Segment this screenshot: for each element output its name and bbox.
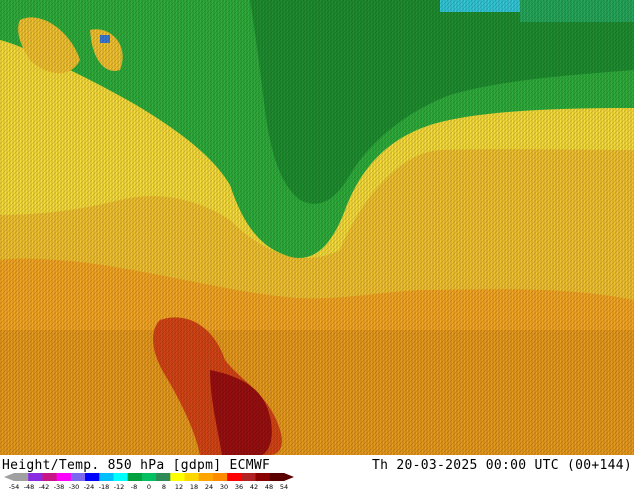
legend-tick-label: 18	[190, 483, 198, 490]
map-timestamp: Th 20-03-2025 00:00 UTC (00+144)	[371, 458, 632, 473]
legend-tick-label: -42	[39, 483, 50, 490]
legend-tick-label: -24	[84, 483, 95, 490]
legend-tick-label: -54	[9, 483, 20, 490]
legend-swatch	[28, 473, 43, 481]
legend-tick-label: -12	[114, 483, 125, 490]
legend-tick-label: 24	[205, 483, 213, 490]
legend-arrow-right	[284, 473, 294, 481]
legend-swatch	[113, 473, 129, 481]
legend-arrow-left	[4, 473, 14, 481]
legend-swatch	[99, 473, 114, 481]
legend-swatch	[14, 473, 29, 481]
legend-swatch	[85, 473, 100, 481]
map-footer: Height/Temp. 850 hPa [gdpm] ECMWF Th 20-…	[0, 455, 634, 490]
map-title: Height/Temp. 850 hPa [gdpm] ECMWF	[2, 458, 271, 473]
contour-overlay	[0, 0, 634, 455]
legend-tick-label: 0	[147, 483, 151, 490]
legend-swatch	[56, 473, 72, 481]
legend-swatch	[255, 473, 271, 481]
legend-swatch	[198, 473, 214, 481]
legend-tick-label: 36	[235, 483, 243, 490]
legend-swatch	[227, 473, 242, 481]
legend-swatch	[70, 473, 86, 481]
legend-swatch	[170, 473, 186, 481]
legend-tick-label: 42	[250, 483, 258, 490]
color-legend: -54 -48 -42 -38 -30 -24 -18 -12 -8 0 8 12 18 24 30 36 42…	[4, 473, 294, 490]
legend-tick-label: 48	[265, 483, 273, 490]
legend-swatch	[42, 473, 58, 481]
legend-tick-label: -48	[24, 483, 35, 490]
legend-tick-label: -18	[99, 483, 110, 490]
legend-tick-label: -38	[54, 483, 65, 490]
legend-swatch	[241, 473, 257, 481]
legend-tick-label: -8	[131, 483, 137, 490]
legend-swatch	[141, 473, 157, 481]
legend-tick-label: 12	[175, 483, 183, 490]
legend-swatch	[127, 473, 143, 481]
weather-map	[0, 0, 634, 455]
legend-tick-label: -30	[69, 483, 80, 490]
legend-tick-label: 54	[280, 483, 288, 490]
legend-tick-label: 8	[162, 483, 166, 490]
legend-swatch	[156, 473, 171, 481]
legend-swatch	[184, 473, 200, 481]
legend-swatch	[269, 473, 285, 481]
legend-swatch	[212, 473, 228, 481]
legend-tick-label: 30	[220, 483, 228, 490]
